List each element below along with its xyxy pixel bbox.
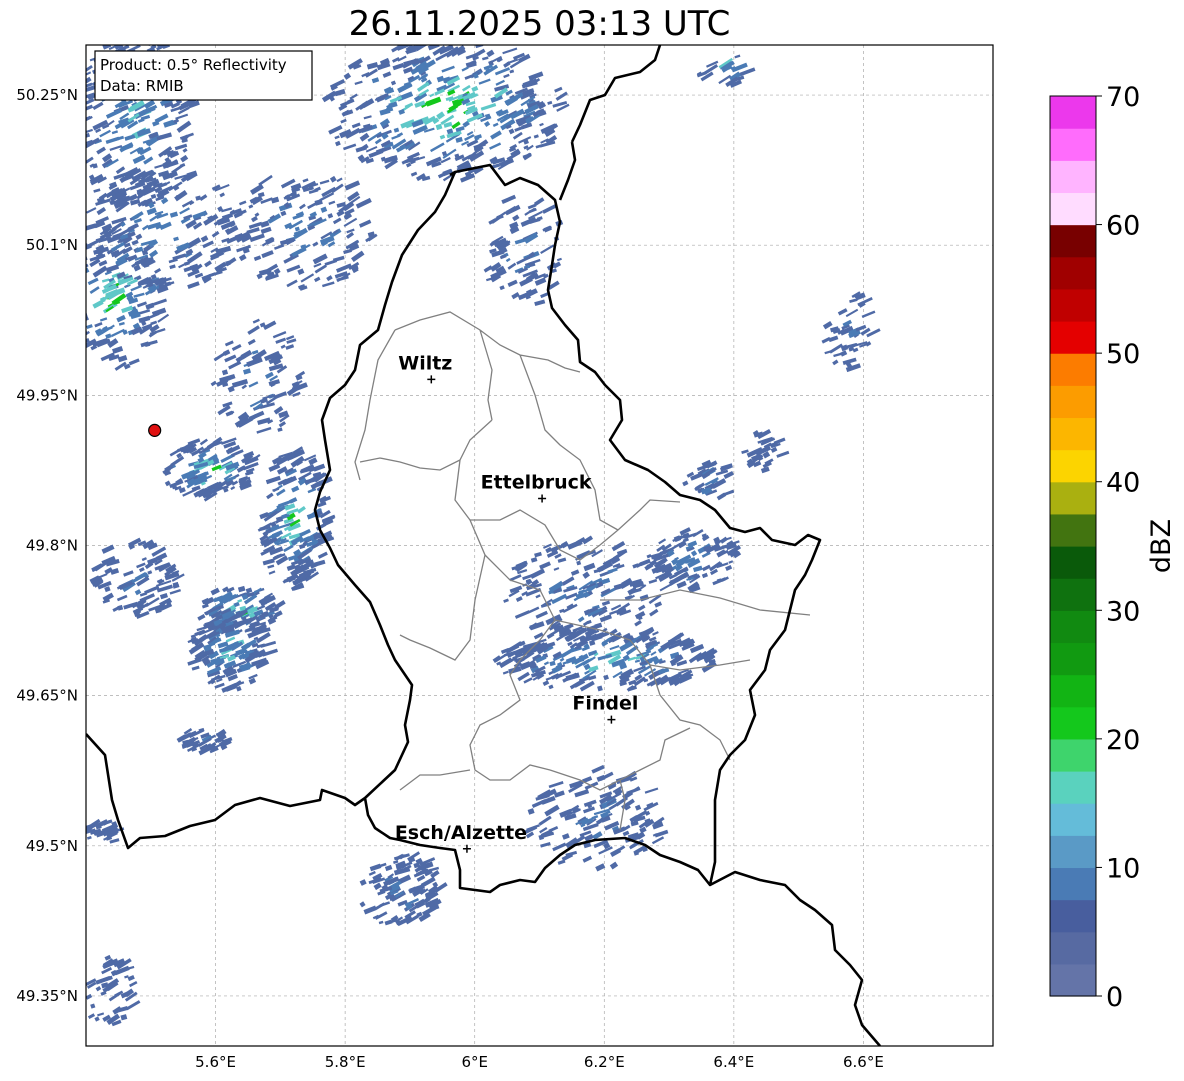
city-label: Ettelbruck [481, 471, 592, 493]
city-label: Findel [572, 693, 638, 715]
lat-tick-label: 49.65°N [16, 687, 78, 705]
lat-tick-label: 50.25°N [16, 86, 78, 104]
echo-cell [66, 269, 71, 274]
colorbar-segment [1050, 192, 1096, 226]
echo-cell [139, 28, 154, 37]
lat-tick-label: 49.35°N [16, 987, 78, 1005]
city-label: Esch/Alzette [395, 822, 527, 844]
echo-cell [132, 33, 141, 39]
colorbar-segment [1050, 128, 1096, 161]
colorbar-segment [1050, 674, 1096, 708]
colorbar: 0 10 20 30 40 50 60 70 [1049, 82, 1140, 1013]
colorbar-segment [1050, 417, 1096, 451]
colorbar-segment [1050, 835, 1096, 869]
colorbar-segment [1050, 963, 1096, 997]
colorbar-segment [1050, 288, 1096, 322]
colorbar-segment [1050, 96, 1096, 129]
lat-tick-label: 50.1°N [26, 236, 78, 254]
info-box: Product: 0.5° Reflectivity Data: RMIB [94, 50, 313, 101]
colorbar-segment [1050, 513, 1096, 547]
colorbar-tick-label: 70 [1106, 82, 1140, 113]
lon-tick-label: 5.8°E [325, 1053, 366, 1071]
echo-cell [67, 292, 81, 299]
lat-tick-label: 49.8°N [26, 537, 78, 555]
colorbar-segment [1050, 449, 1096, 483]
lon-tick-label: 6.4°E [713, 1053, 754, 1071]
echo-cell [150, 36, 160, 43]
colorbar-segment [1050, 738, 1096, 772]
info-product: Product: 0.5° Reflectivity [100, 56, 287, 74]
echo-cell [78, 336, 83, 341]
echo-cell [66, 267, 82, 277]
echo-cell [155, 39, 162, 44]
echo-cell [139, 45, 153, 46]
echo-cell [112, 31, 125, 41]
colorbar-tick-label: 40 [1106, 468, 1140, 499]
colorbar-segment [1050, 803, 1096, 836]
echo-cell [86, 342, 87, 351]
colorbar-segment [1050, 321, 1096, 354]
city-label: Wiltz [398, 352, 452, 374]
colorbar-tick-label: 20 [1106, 725, 1140, 756]
colorbar-unit: dBZ [1146, 519, 1177, 573]
colorbar-segment [1050, 385, 1096, 419]
colorbar-segment [1050, 899, 1096, 933]
colorbar-tick-label: 10 [1106, 853, 1140, 884]
lon-tick-label: 6.6°E [843, 1053, 884, 1071]
echo-cell [71, 298, 80, 304]
lon-tick-label: 5.6°E [195, 1053, 236, 1071]
colorbar-segment [1050, 771, 1096, 804]
colorbar-segment [1050, 706, 1096, 740]
lat-tick-label: 49.5°N [26, 837, 78, 855]
echo-cell [68, 299, 79, 307]
echo-cell [68, 296, 76, 302]
radar-site-icon [148, 423, 162, 437]
colorbar-segment [1050, 867, 1096, 901]
echo-cell [64, 318, 74, 324]
colorbar-segment [1050, 578, 1096, 611]
colorbar-segment [1050, 546, 1096, 579]
colorbar-segment [1050, 353, 1096, 386]
colorbar-tick-label: 50 [1106, 339, 1140, 370]
colorbar-segment [1050, 160, 1096, 194]
lon-tick-label: 6.2°E [584, 1053, 625, 1071]
colorbar-segment [1050, 931, 1096, 965]
echo-cell [65, 306, 72, 310]
colorbar-segment [1050, 224, 1096, 258]
echo-cell [65, 278, 76, 286]
echo-cell [64, 318, 77, 326]
echo-cell [116, 29, 130, 38]
colorbar-segment [1050, 610, 1096, 644]
echo-cell [73, 337, 80, 342]
echo-cell [66, 315, 72, 320]
radar-site [148, 423, 162, 437]
colorbar-segment [1050, 256, 1096, 290]
echo-cell [73, 127, 79, 133]
lat-tick-label: 49.95°N [16, 386, 78, 404]
info-source: Data: RMIB [100, 77, 184, 95]
echo-cell [77, 265, 83, 270]
radar-map: 5.6°E 5.8°E 6°E 6.2°E 6.4°E 6.6°E 50.25°N 50.1°… [16, 28, 1177, 1071]
colorbar-tick-label: 30 [1106, 596, 1140, 627]
echo-cell [62, 275, 74, 283]
colorbar-segment [1050, 481, 1096, 515]
colorbar-tick-label: 0 [1106, 982, 1123, 1013]
echo-cell [68, 320, 83, 331]
lon-tick-label: 6°E [461, 1053, 488, 1071]
colorbar-tick-label: 60 [1106, 211, 1140, 242]
colorbar-segment [1050, 642, 1096, 676]
